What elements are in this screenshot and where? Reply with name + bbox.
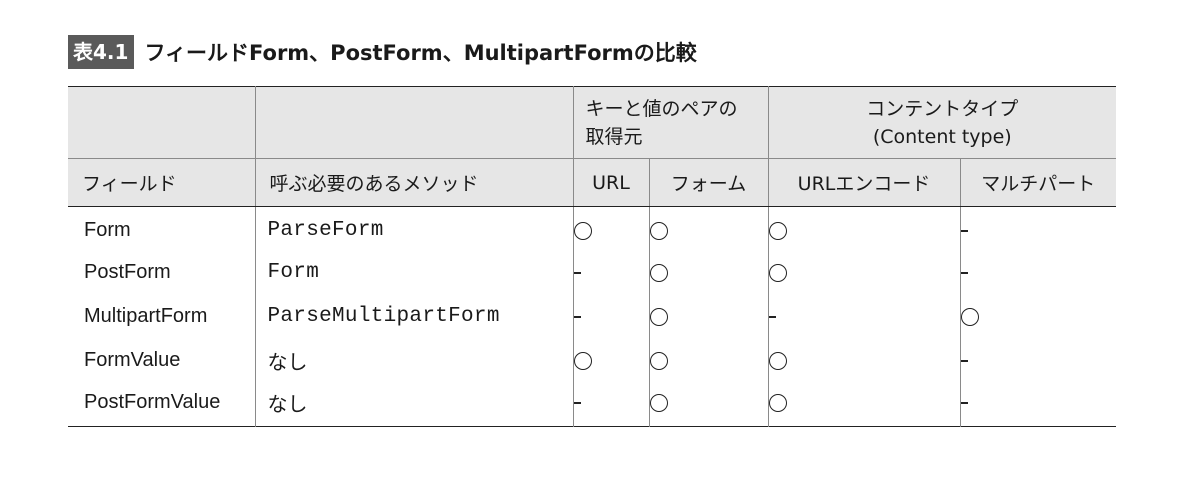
header-column-row: フィールド 呼ぶ必要のあるメソッド URL フォーム URLエンコード マルチパ… — [68, 158, 1117, 207]
cell-form: ○ — [648, 338, 769, 383]
dash-mark-icon — [960, 272, 968, 274]
table-body: FormParseForm○○○-PostFormForm-○○-Multipa… — [68, 206, 1117, 427]
circle-mark-icon — [768, 222, 787, 241]
cell-urlencoded: ○ — [767, 382, 961, 427]
circle-mark-icon — [649, 222, 668, 241]
circle-mark-icon — [768, 264, 787, 282]
cell-method: ParseMultipartForm — [254, 294, 573, 339]
cell-url: ○ — [572, 206, 649, 251]
cell-urlencoded: ○ — [767, 250, 961, 295]
header-empty-cell — [254, 86, 573, 159]
cell-form: ○ — [648, 250, 769, 295]
circle-mark-icon — [649, 352, 668, 370]
cell-method: Form — [254, 250, 573, 295]
dash-mark-icon — [573, 316, 581, 318]
cell-multipart: - — [959, 206, 1117, 251]
table-row: FormValueなし○○○- — [68, 338, 1117, 383]
header-field: フィールド — [68, 158, 255, 207]
cell-method: なし — [254, 338, 573, 383]
header-empty-cell — [68, 86, 255, 159]
circle-mark-icon — [573, 352, 592, 370]
header-group-content-type-line2: (Content type) — [872, 125, 1012, 148]
table-row: PostFormForm-○○- — [68, 250, 1117, 295]
cell-field: PostForm — [84, 261, 171, 283]
cell-form: ○ — [648, 206, 769, 251]
dash-mark-icon — [573, 272, 581, 274]
circle-mark-icon — [649, 264, 668, 282]
dash-mark-icon — [573, 401, 581, 404]
table-row: MultipartFormParseMultipartForm-○-○ — [68, 294, 1117, 339]
cell-urlencoded: ○ — [767, 206, 961, 251]
circle-mark-icon — [768, 352, 787, 370]
header-group-source-line1: キーと値のペアの — [585, 97, 738, 120]
cell-field: Form — [84, 219, 131, 242]
header-group-content-type-line1: コンテントタイプ — [866, 97, 1019, 120]
cell-multipart: ○ — [959, 294, 1117, 339]
comparison-table: キーと値のペアの 取得元 コンテントタイプ (Content type) フィー… — [68, 86, 1117, 427]
cell-method: ParseForm — [254, 206, 573, 251]
cell-field: MultipartForm — [84, 305, 208, 327]
cell-field: PostFormValue — [84, 390, 221, 413]
circle-mark-icon — [649, 393, 668, 412]
cell-form: ○ — [648, 382, 769, 427]
table-title: フィールドForm、PostForm、MultipartFormの比較 — [144, 41, 697, 65]
cell-url: ○ — [572, 338, 649, 383]
cell-multipart: - — [959, 338, 1117, 383]
cell-urlencoded: - — [767, 294, 961, 339]
table-number-badge: 表4.1 — [68, 35, 135, 69]
cell-url: - — [572, 382, 649, 427]
circle-mark-icon — [768, 393, 787, 412]
circle-mark-icon — [573, 222, 592, 241]
cell-method: なし — [254, 382, 573, 427]
header-group-source: キーと値のペアの 取得元 — [572, 86, 769, 159]
header-multipart: マルチパート — [959, 158, 1117, 207]
cell-multipart: - — [959, 250, 1117, 295]
cell-multipart: - — [959, 382, 1117, 427]
dash-mark-icon — [960, 401, 968, 404]
circle-mark-icon — [649, 308, 668, 326]
header-group-row: キーと値のペアの 取得元 コンテントタイプ (Content type) — [68, 86, 1117, 159]
table-caption: 表4.1 フィールドForm、PostForm、MultipartFormの比較 — [68, 34, 697, 70]
header-form: フォーム — [648, 158, 769, 207]
table-row: PostFormValueなし-○○- — [68, 382, 1117, 427]
cell-form: ○ — [648, 294, 769, 339]
dash-mark-icon — [960, 360, 968, 362]
circle-mark-icon — [960, 308, 979, 326]
cell-field: FormValue — [84, 349, 181, 371]
header-urlencoded: URLエンコード — [767, 158, 961, 207]
cell-url: - — [572, 294, 649, 339]
header-group-source-line2: 取得元 — [585, 125, 643, 148]
header-url: URL — [572, 158, 649, 207]
table-row: FormParseForm○○○- — [68, 206, 1117, 251]
cell-url: - — [572, 250, 649, 295]
header-method: 呼ぶ必要のあるメソッド — [254, 158, 573, 207]
header-group-content-type: コンテントタイプ (Content type) — [767, 86, 1117, 159]
dash-mark-icon — [960, 230, 968, 233]
dash-mark-icon — [768, 316, 776, 318]
cell-urlencoded: ○ — [767, 338, 961, 383]
